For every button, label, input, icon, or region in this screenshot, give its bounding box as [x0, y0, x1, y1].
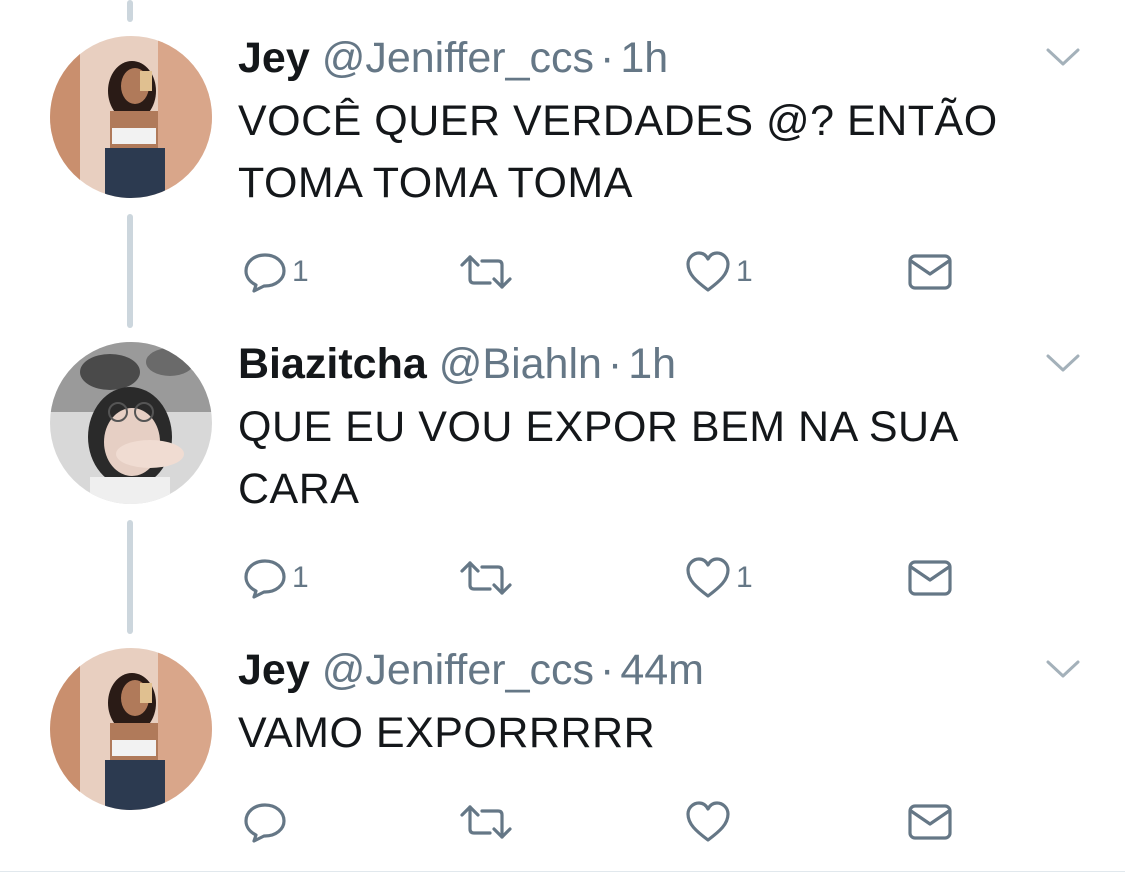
retweet-button[interactable] [458, 797, 514, 847]
tweet-text: VOCÊ QUER VERDADES @? ENTÃO TOMA TOMA TO… [238, 97, 998, 207]
avatar[interactable] [50, 648, 212, 810]
direct-message-button[interactable] [906, 797, 954, 847]
author-name[interactable]: Biazitcha [238, 340, 427, 388]
direct-message-button[interactable] [906, 553, 954, 603]
retweet-button[interactable] [458, 553, 514, 603]
reply-button[interactable] [242, 797, 292, 847]
action-bar [238, 797, 998, 847]
like-button[interactable]: 1 [684, 553, 753, 603]
separator: · [607, 340, 623, 388]
separator: · [600, 34, 615, 82]
author-handle[interactable]: @Jeniffer_ccs [322, 646, 594, 694]
heart-icon [686, 251, 730, 292]
reply-count: 1 [292, 255, 309, 288]
divider [0, 871, 1125, 872]
author-handle[interactable]: @Biahln [439, 340, 602, 388]
like-button[interactable]: 1 [684, 247, 753, 297]
tweet[interactable]: Jey @Jeniffer_ccs · 1h VOCÊ QUER VERDADES … [0, 32, 1125, 322]
reply-icon [244, 803, 286, 843]
like-count: 1 [736, 561, 753, 594]
thread-line-top [127, 0, 133, 22]
envelope-icon [908, 804, 952, 840]
heart-icon [686, 557, 730, 598]
reply-icon [244, 253, 286, 293]
chevron-down-icon[interactable] [1045, 658, 1081, 680]
reply-icon [244, 559, 286, 599]
timestamp[interactable]: 1h [628, 340, 676, 388]
tweet[interactable]: Jey @Jeniffer_ccs · 44m VAMO EXPORRRRR [0, 644, 1125, 869]
tweet-header: Biazitcha @Biahln · 1h [238, 338, 676, 390]
tweet-header: Jey @Jeniffer_ccs · 44m [238, 644, 704, 696]
tweet[interactable]: Biazitcha @Biahln · 1h QUE EU VOU EXPOR BE… [0, 338, 1125, 628]
retweet-icon [460, 255, 512, 289]
chevron-down-icon[interactable] [1045, 352, 1081, 374]
heart-icon [686, 801, 730, 842]
avatar[interactable] [50, 342, 212, 504]
reply-button[interactable]: 1 [242, 247, 309, 297]
envelope-icon [908, 560, 952, 596]
envelope-icon [908, 254, 952, 290]
retweet-icon [460, 805, 512, 839]
author-name[interactable]: Jey [238, 646, 310, 694]
action-bar: 1 1 [238, 553, 998, 603]
author-name[interactable]: Jey [238, 34, 310, 82]
tweet-text: VAMO EXPORRRRR [238, 709, 656, 757]
author-handle[interactable]: @Jeniffer_ccs [322, 34, 594, 82]
tweet-header: Jey @Jeniffer_ccs · 1h [238, 32, 668, 84]
separator: · [600, 646, 615, 694]
like-button[interactable] [684, 797, 736, 847]
retweet-button[interactable] [458, 247, 514, 297]
timestamp[interactable]: 1h [620, 34, 668, 82]
tweet-text: QUE EU VOU EXPOR BEM NA SUA CARA [238, 403, 957, 513]
timestamp[interactable]: 44m [620, 646, 704, 694]
direct-message-button[interactable] [906, 247, 954, 297]
reply-count: 1 [292, 561, 309, 594]
reply-button[interactable]: 1 [242, 553, 309, 603]
action-bar: 1 1 [238, 247, 998, 297]
like-count: 1 [736, 255, 753, 288]
avatar[interactable] [50, 36, 212, 198]
chevron-down-icon[interactable] [1045, 46, 1081, 68]
retweet-icon [460, 561, 512, 595]
